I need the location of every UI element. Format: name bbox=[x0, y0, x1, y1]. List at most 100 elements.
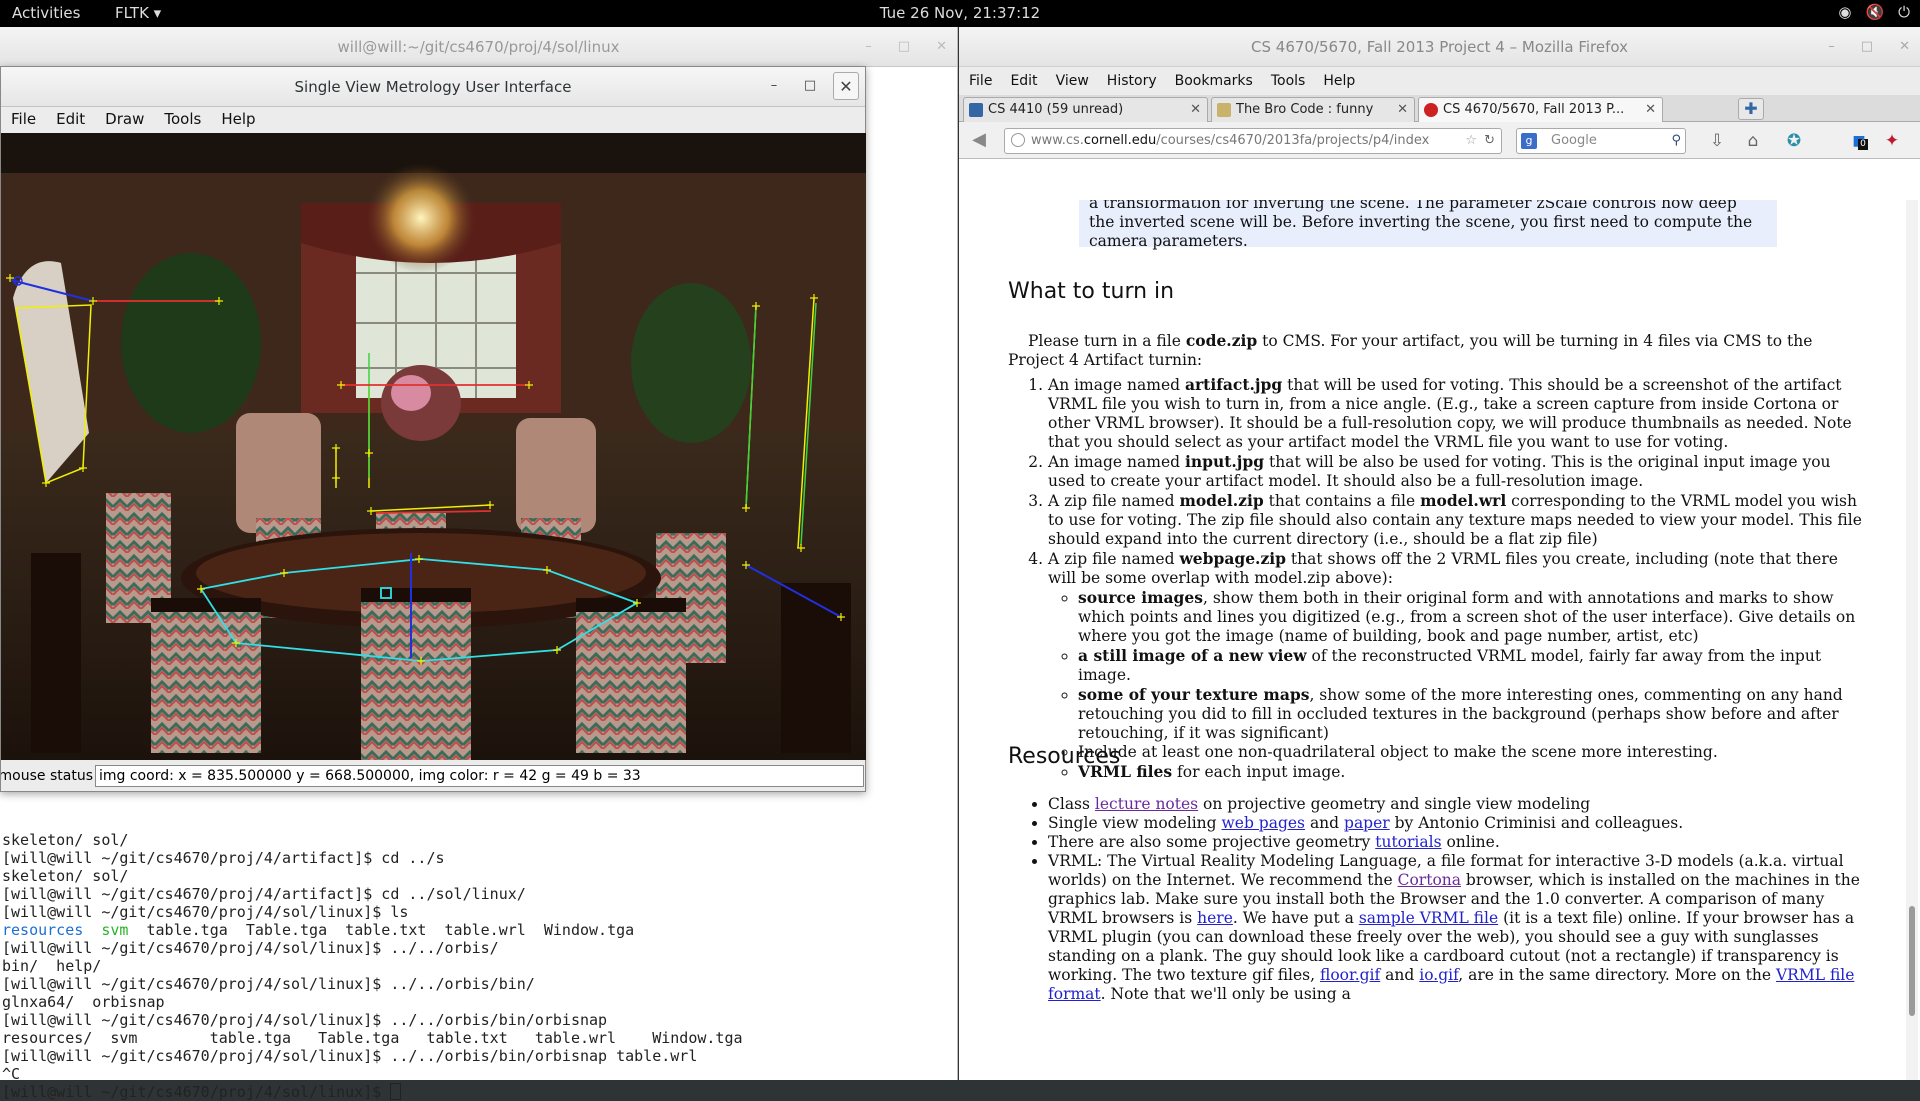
menu-draw[interactable]: Draw bbox=[105, 107, 144, 132]
menu-help[interactable]: Help bbox=[221, 107, 255, 132]
minimize-icon[interactable]: – bbox=[761, 72, 787, 100]
paper-link[interactable]: paper bbox=[1344, 814, 1390, 832]
back-button[interactable]: ◀ bbox=[966, 128, 992, 154]
minimize-icon[interactable]: – bbox=[1828, 27, 1835, 67]
text: An image named bbox=[1048, 453, 1185, 471]
exec-entry: svm bbox=[101, 921, 129, 939]
clock[interactable]: Tue 26 Nov, 21:37:12 bbox=[880, 4, 1040, 22]
reload-icon[interactable]: ↻ bbox=[1484, 129, 1495, 153]
firefox-titlebar[interactable]: CS 4670/5670, Fall 2013 Project 4 – Mozi… bbox=[959, 27, 1920, 67]
close-icon[interactable]: ✕ bbox=[1899, 27, 1910, 67]
close-tab-icon[interactable]: ✕ bbox=[1190, 98, 1201, 121]
menu-history[interactable]: History bbox=[1105, 67, 1159, 95]
plant-left bbox=[121, 253, 261, 433]
list-item: VRML: The Virtual Reality Modeling Langu… bbox=[1048, 852, 1878, 1004]
close-icon[interactable]: ✕ bbox=[833, 72, 859, 100]
minimize-icon[interactable]: – bbox=[865, 27, 872, 67]
list-item: A zip file named webpage.zip that shows … bbox=[1048, 549, 1868, 782]
maximize-icon[interactable]: □ bbox=[1861, 27, 1873, 67]
floor-gif-link[interactable]: floor.gif bbox=[1320, 966, 1380, 984]
menu-edit[interactable]: Edit bbox=[1008, 67, 1039, 95]
io-gif-link[interactable]: io.gif bbox=[1419, 966, 1458, 984]
notification-icon[interactable]: ■0 bbox=[1846, 129, 1872, 153]
list-item: Single view modeling web pages and paper… bbox=[1048, 814, 1878, 833]
webpage-sublist: source images, show them both in their o… bbox=[1048, 588, 1868, 782]
firefox-window: CS 4670/5670, Fall 2013 Project 4 – Mozi… bbox=[959, 27, 1920, 1080]
list-item: VRML files for each input image. bbox=[1078, 762, 1868, 782]
page-scrollbar[interactable] bbox=[1906, 200, 1918, 1080]
terminal-line: bin/ help/ bbox=[2, 957, 743, 975]
tab-bro-code[interactable]: The Bro Code : funny ✕ bbox=[1211, 97, 1415, 122]
armchair-right bbox=[516, 418, 596, 533]
cortona-link[interactable]: Cortona bbox=[1398, 871, 1461, 889]
menu-tools[interactable]: Tools bbox=[164, 107, 201, 132]
menu-edit[interactable]: Edit bbox=[56, 107, 85, 132]
svm-titlebar[interactable]: Single View Metrology User Interface – □… bbox=[1, 67, 865, 107]
filename: input.jpg bbox=[1184, 452, 1265, 471]
turnin-intro: Please turn in a file code.zip to CMS. F… bbox=[1008, 331, 1868, 370]
url-bar[interactable]: www.cs.cornell.edu/courses/cs4670/2013fa… bbox=[1004, 128, 1502, 154]
terminal-line: [will@will ~/git/cs4670/proj/4/sol/linux… bbox=[2, 975, 743, 993]
terminal-text: [will@will ~/git/cs4670/proj/4/sol/linux… bbox=[2, 975, 535, 993]
maximize-icon[interactable]: □ bbox=[898, 27, 910, 67]
menu-help[interactable]: Help bbox=[1321, 67, 1357, 95]
text: A zip file named bbox=[1048, 550, 1180, 568]
here-link[interactable]: here bbox=[1197, 909, 1233, 927]
terminal-text: resources/ svm table.tga Table.tga table… bbox=[2, 1029, 743, 1047]
close-tab-icon[interactable]: ✕ bbox=[1645, 98, 1656, 121]
web-pages-link[interactable]: web pages bbox=[1222, 814, 1306, 832]
volume-muted-icon[interactable]: 🔇 bbox=[1865, 3, 1884, 21]
menu-file[interactable]: File bbox=[967, 67, 994, 95]
addon-icon[interactable]: ✦ bbox=[1879, 129, 1905, 153]
tab-favicon bbox=[1424, 103, 1438, 117]
terminal-text: [will@will ~/git/cs4670/proj/4/artifact]… bbox=[2, 849, 445, 867]
terminal-line: ^C bbox=[2, 1065, 743, 1083]
search-icon[interactable]: ⚲ bbox=[1671, 129, 1681, 153]
mouse-status-field[interactable]: img coord: x = 835.500000 y = 668.500000… bbox=[95, 765, 864, 787]
image-canvas[interactable] bbox=[1, 133, 866, 760]
text: Please turn in a file bbox=[1028, 332, 1186, 350]
sample-vrml-link[interactable]: sample VRML file bbox=[1359, 909, 1498, 927]
text: , are in the same directory. More on the bbox=[1458, 966, 1776, 984]
tab-cs4410[interactable]: CS 4410 (59 unread) ✕ bbox=[963, 97, 1208, 122]
site-identity-icon[interactable] bbox=[1011, 133, 1025, 147]
close-tab-icon[interactable]: ✕ bbox=[1397, 98, 1408, 121]
terminal-text: skeleton/ sol/ bbox=[2, 831, 129, 849]
maximize-icon[interactable]: □ bbox=[797, 72, 823, 100]
wifi-icon[interactable]: ◉ bbox=[1838, 3, 1851, 21]
close-icon[interactable]: ✕ bbox=[936, 27, 947, 67]
lecture-notes-link[interactable]: lecture notes bbox=[1095, 795, 1198, 813]
mouse-status-bar: mouse status: img coord: x = 835.500000 … bbox=[1, 764, 866, 788]
menu-file[interactable]: File bbox=[11, 107, 36, 132]
app-menu[interactable]: FLTK ▾ bbox=[115, 4, 161, 22]
terminal-line: glnxa64/ orbisnap bbox=[2, 993, 743, 1011]
terminal-line: [will@will ~/git/cs4670/proj/4/sol/linux… bbox=[2, 1083, 743, 1101]
menu-tools[interactable]: Tools bbox=[1269, 67, 1308, 95]
bookmark-star-icon[interactable]: ☆ bbox=[1465, 129, 1477, 153]
activities-button[interactable]: Activities bbox=[12, 4, 80, 22]
search-box[interactable]: g Google ⚲ bbox=[1516, 128, 1686, 154]
extension-icon[interactable]: ✪ bbox=[1781, 129, 1807, 153]
power-icon[interactable]: ⏻ bbox=[1898, 3, 1910, 21]
new-tab-button[interactable]: ✚ bbox=[1738, 98, 1764, 120]
tab-cs4670[interactable]: CS 4670/5670, Fall 2013 P... ✕ bbox=[1418, 97, 1663, 123]
list-item: An image named artifact.jpg that will be… bbox=[1048, 375, 1868, 452]
text: Class bbox=[1048, 795, 1095, 813]
scrollbar-thumb[interactable] bbox=[1909, 906, 1915, 1016]
list-item: A zip file named model.zip that contains… bbox=[1048, 491, 1868, 549]
list-item: source images, show them both in their o… bbox=[1078, 588, 1868, 646]
downloads-icon[interactable]: ⇩ bbox=[1704, 129, 1730, 153]
tutorials-link[interactable]: tutorials bbox=[1375, 833, 1441, 851]
text: for each input image. bbox=[1172, 763, 1346, 781]
google-engine-icon[interactable]: g bbox=[1521, 133, 1537, 149]
top-bar: Activities FLTK ▾ Tue 26 Nov, 21:37:12 ◉… bbox=[0, 0, 1920, 27]
terminal-line: skeleton/ sol/ bbox=[2, 867, 743, 885]
tab-strip: CS 4410 (59 unread) ✕ The Bro Code : fun… bbox=[959, 95, 1920, 123]
terminal-text: [will@will ~/git/cs4670/proj/4/sol/linux… bbox=[2, 903, 409, 921]
terminal-line: [will@will ~/git/cs4670/proj/4/sol/linux… bbox=[2, 903, 743, 921]
menu-bookmarks[interactable]: Bookmarks bbox=[1173, 67, 1255, 95]
menu-view[interactable]: View bbox=[1054, 67, 1091, 95]
terminal-titlebar[interactable]: will@will:~/git/cs4670/proj/4/sol/linux … bbox=[0, 27, 957, 67]
home-icon[interactable]: ⌂ bbox=[1740, 129, 1766, 153]
text: online. bbox=[1441, 833, 1500, 851]
